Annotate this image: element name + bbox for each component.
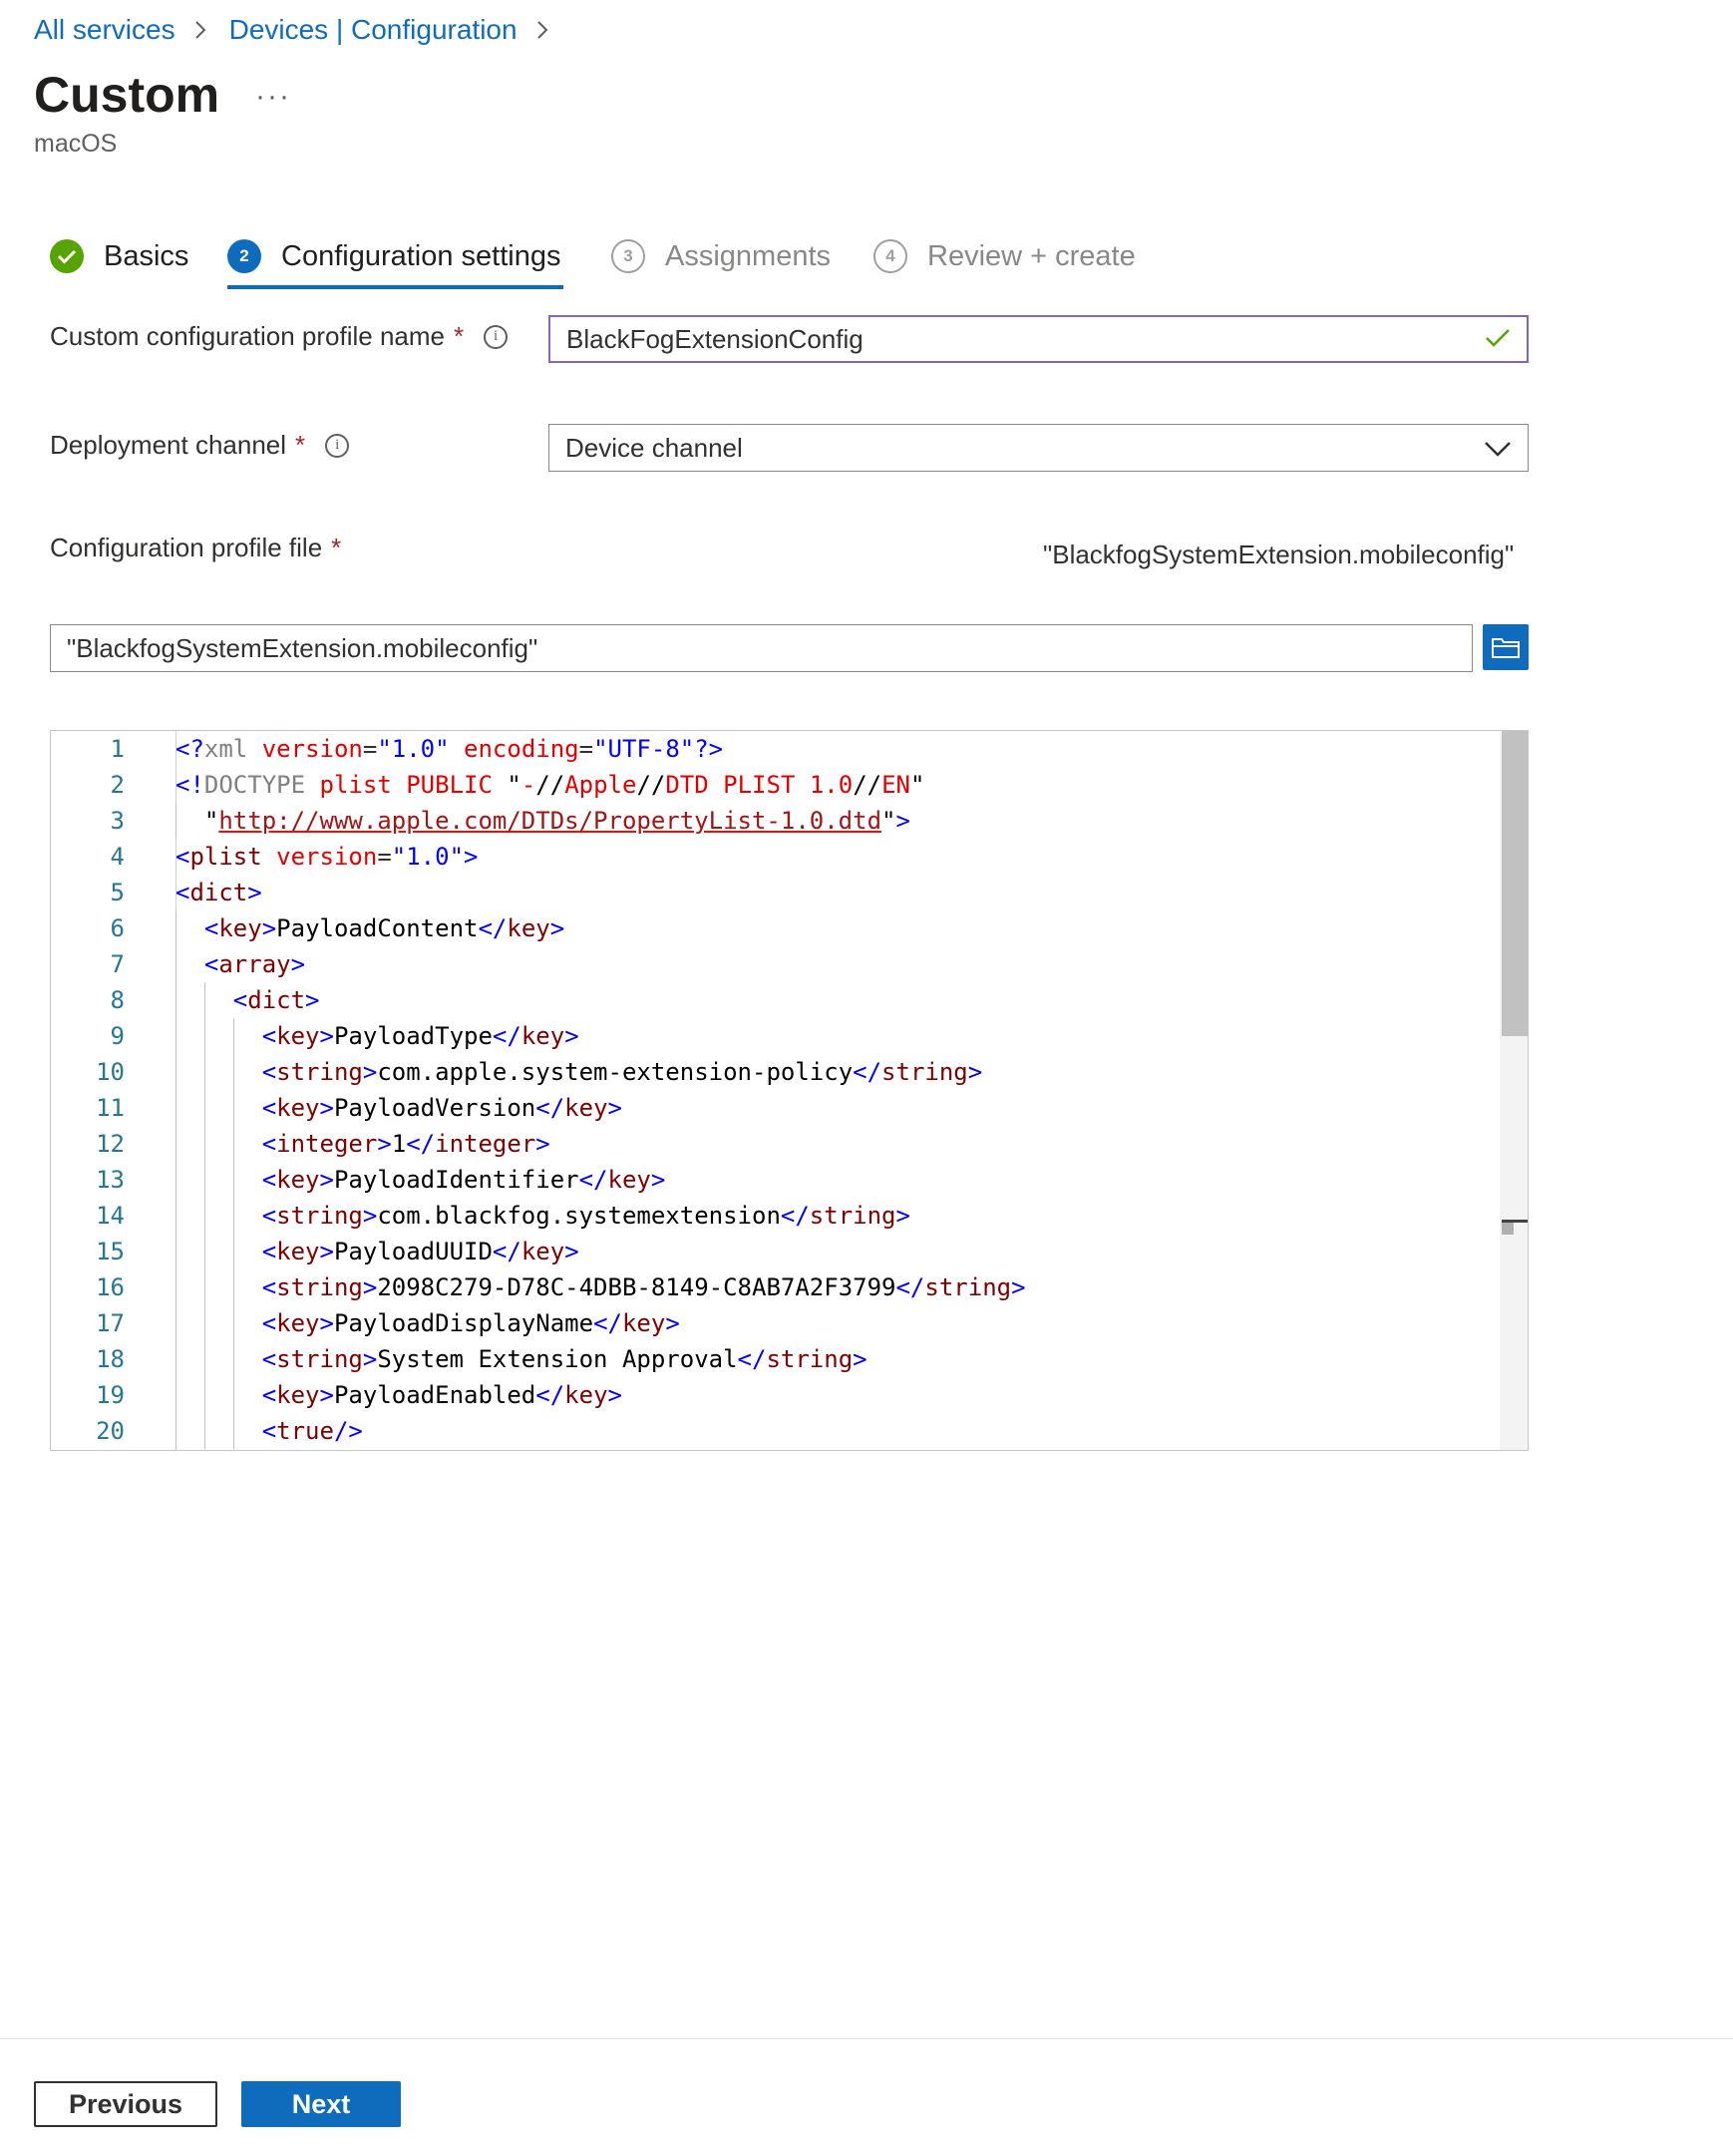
info-icon[interactable]: i [484, 324, 509, 349]
required-marker: * [295, 430, 306, 460]
code-line: 7 <array> [51, 946, 305, 982]
breadcrumb-devices-configuration[interactable]: Devices | Configuration [229, 14, 518, 46]
code-line: 11 <key>PayloadVersion</key> [51, 1090, 622, 1126]
line-number: 18 [96, 1345, 125, 1373]
line-number: 13 [96, 1166, 125, 1194]
code-line: 13 <key>PayloadIdentifier</key> [51, 1162, 665, 1198]
scrollbar-thumb[interactable] [1502, 731, 1528, 1036]
step-number-badge: 2 [227, 239, 261, 273]
tab-review-create-label: Review + create [927, 239, 1136, 272]
deployment-channel-value: Device channel [565, 432, 743, 463]
wizard-steps: Basics 2 Configuration settings 3 Assign… [50, 231, 1147, 293]
code-line: 3 "http://www.apple.com/DTDs/PropertyLis… [51, 803, 910, 839]
code-line: 16 <string>2098C279-D78C-4DBB-8149-C8AB7… [51, 1269, 1026, 1305]
line-number: 7 [110, 950, 125, 978]
chevron-right-icon [193, 19, 207, 41]
code-line: 14 <string>com.blackfog.systemextension<… [51, 1198, 910, 1234]
code-line: 10 <string>com.apple.system-extension-po… [51, 1054, 982, 1090]
folder-icon [1492, 638, 1520, 658]
previous-button[interactable]: Previous [34, 2081, 217, 2127]
breadcrumb-all-services[interactable]: All services [34, 14, 175, 46]
code-line: 2 <!DOCTYPE plist PUBLIC "-//Apple//DTD P… [51, 767, 925, 803]
valid-checkmark-icon [1485, 324, 1511, 355]
page-title: Custom [34, 67, 220, 123]
editor-scrollbar[interactable] [1500, 731, 1528, 1450]
code-line: 5 <dict> [51, 875, 262, 910]
line-number: 11 [96, 1094, 125, 1122]
browse-file-button[interactable] [1483, 624, 1529, 670]
code-line: 1 <?xml version="1.0" encoding="UTF-8"?> [51, 731, 724, 767]
step-number-badge: 4 [873, 239, 907, 273]
code-line: 9 <key>PayloadType</key> [51, 1018, 579, 1054]
profile-name-label: Custom configuration profile name * i [50, 321, 509, 352]
line-number: 1 [110, 735, 125, 763]
tab-configuration-settings-label: Configuration settings [281, 239, 561, 272]
profile-file-label: Configuration profile file * [50, 533, 341, 563]
line-number: 15 [96, 1238, 125, 1265]
line-number: 16 [96, 1273, 125, 1301]
deployment-channel-label-text: Deployment channel [50, 430, 287, 460]
line-number: 2 [110, 771, 125, 799]
page-subtitle: macOS [34, 130, 118, 158]
tab-assignments-label: Assignments [665, 239, 832, 272]
breadcrumb: All services Devices | Configuration [34, 14, 571, 46]
chevron-right-icon [535, 19, 549, 41]
deployment-channel-label: Deployment channel * i [50, 430, 350, 461]
step-number-badge: 3 [611, 239, 645, 273]
code-line: 17 <key>PayloadDisplayName</key> [51, 1305, 680, 1341]
tab-review-create[interactable]: 4 Review + create [873, 231, 1136, 281]
code-line: 15 <key>PayloadUUID</key> [51, 1234, 579, 1269]
code-line: 20 <true/> [51, 1413, 363, 1449]
line-number: 9 [110, 1022, 125, 1050]
profile-file-input[interactable]: "BlackfogSystemExtension.mobileconfig" [50, 624, 1473, 672]
tab-basics-label: Basics [104, 239, 189, 272]
profile-name-input[interactable]: BlackFogExtensionConfig [548, 315, 1529, 363]
line-number: 10 [96, 1058, 125, 1086]
line-number: 3 [110, 807, 125, 835]
line-number: 4 [110, 843, 125, 871]
code-line: 4 <plist version="1.0"> [51, 839, 479, 875]
footer-divider [0, 2038, 1733, 2039]
tab-basics[interactable]: Basics [50, 231, 188, 281]
active-tab-indicator [227, 285, 563, 289]
required-marker: * [331, 533, 342, 562]
selected-file-name: "BlackfogSystemExtension.mobileconfig" [1043, 539, 1515, 569]
checkmark-circle-icon [50, 239, 84, 273]
profile-file-input-value: "BlackfogSystemExtension.mobileconfig" [67, 632, 538, 663]
profile-name-label-text: Custom configuration profile name [50, 321, 445, 351]
info-icon[interactable]: i [325, 433, 350, 458]
line-number: 17 [96, 1309, 125, 1337]
code-line: 12 <integer>1</integer> [51, 1126, 550, 1162]
deployment-channel-select[interactable]: Device channel [548, 424, 1529, 472]
profile-name-value: BlackFogExtensionConfig [566, 323, 864, 354]
tab-assignments[interactable]: 3 Assignments [611, 231, 831, 281]
next-button[interactable]: Next [241, 2081, 401, 2127]
line-number: 5 [110, 879, 125, 906]
more-options-button[interactable]: ··· [255, 80, 291, 114]
line-number: 8 [110, 986, 125, 1014]
code-line: 8 <dict> [51, 982, 320, 1018]
line-number: 20 [96, 1417, 125, 1445]
line-number: 19 [96, 1381, 125, 1409]
tab-configuration-settings[interactable]: 2 Configuration settings [227, 231, 561, 281]
line-number: 14 [96, 1202, 125, 1230]
code-line: 18 <string>System Extension Approval</st… [51, 1341, 867, 1377]
required-marker: * [453, 321, 465, 351]
code-line: 6 <key>PayloadContent</key> [51, 910, 564, 946]
profile-file-label-text: Configuration profile file [50, 533, 323, 562]
line-number: 12 [96, 1130, 125, 1158]
scrollbar-selection-marker [1502, 1223, 1514, 1235]
code-editor[interactable]: 1 <?xml version="1.0" encoding="UTF-8"?> … [50, 730, 1529, 1451]
code-line: 19 <key>PayloadEnabled</key> [51, 1377, 622, 1413]
chevron-down-icon [1484, 433, 1512, 464]
line-number: 6 [110, 914, 125, 942]
